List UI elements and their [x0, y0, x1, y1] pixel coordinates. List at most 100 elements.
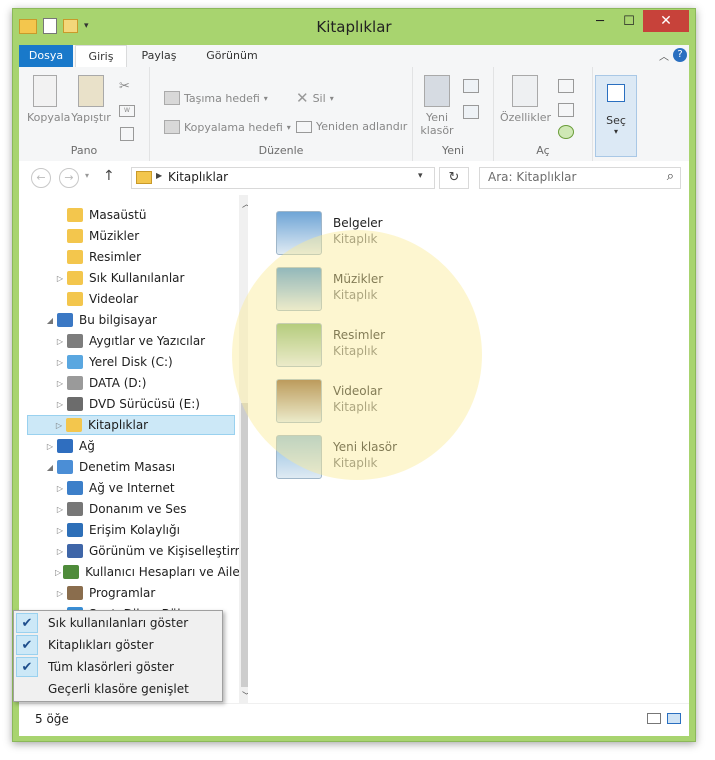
navigation-bar: ← → ▾ ↑ ▶ Kitaplıklar ▾ ↻ Ara: Kitaplıkl…: [19, 161, 689, 195]
nav-item[interactable]: ▷ Görünüm ve Kişiselleştirme: [19, 541, 248, 561]
rename-button[interactable]: Yeniden adlandır: [296, 120, 407, 133]
expand-arrow-icon[interactable]: ▷: [55, 547, 65, 556]
close-button[interactable]: ✕: [643, 10, 689, 32]
nav-item-icon: [67, 586, 83, 600]
tab-giris[interactable]: Giriş: [75, 45, 127, 67]
context-menu-item[interactable]: ✔ Sık kullanılanları göster: [16, 612, 220, 634]
tab-gorunum[interactable]: Görünüm: [197, 45, 267, 67]
nav-item[interactable]: ▷ Programlar: [19, 583, 248, 603]
expand-arrow-icon[interactable]: ▷: [55, 274, 65, 283]
address-dropdown-icon[interactable]: ▾: [418, 171, 423, 181]
nav-item-icon: [67, 334, 83, 348]
cut-icon[interactable]: ✂: [119, 79, 130, 94]
tab-paylas[interactable]: Paylaş: [131, 45, 187, 67]
move-to-button[interactable]: Taşıma hedefi ▾: [164, 91, 268, 105]
expand-arrow-icon[interactable]: ▷: [55, 358, 65, 367]
nav-item-icon: [67, 502, 83, 516]
nav-item-label: Ağ: [79, 439, 95, 453]
easy-access-icon[interactable]: [463, 105, 479, 119]
nav-item-icon: [67, 481, 83, 495]
library-folder-icon: [136, 171, 152, 184]
expand-arrow-icon[interactable]: ▷: [45, 442, 55, 451]
status-bar: 5 öğe: [19, 703, 689, 736]
nav-item-label: Sık Kullanılanlar: [89, 271, 185, 285]
refresh-button[interactable]: ↻: [439, 167, 469, 189]
nav-item[interactable]: ▷ Aygıtlar ve Yazıcılar: [19, 331, 248, 351]
recent-locations-icon[interactable]: ▾: [85, 171, 89, 180]
title-bar: ▾ Kitaplıklar ─ ☐ ✕: [13, 9, 695, 43]
nav-item[interactable]: Müzikler: [19, 226, 248, 246]
delete-button[interactable]: ✕ Sil ▾: [296, 89, 334, 107]
new-item-icon[interactable]: [463, 79, 479, 93]
expand-arrow-icon[interactable]: ▷: [54, 421, 64, 430]
details-view-icon[interactable]: [647, 713, 661, 724]
nav-item[interactable]: ▷ Ağ: [19, 436, 248, 456]
address-bar[interactable]: ▶ Kitaplıklar ▾: [131, 167, 435, 189]
nav-pane-context-menu: ✔ Sık kullanılanları göster ✔ Kitaplıkları …: [13, 610, 223, 702]
ribbon-collapse-icon[interactable]: ︿: [659, 48, 669, 63]
nav-item[interactable]: Masaüstü: [19, 205, 248, 225]
item-count: 5 öğe: [35, 712, 69, 726]
context-menu-item[interactable]: ✔ Tüm klasörleri göster: [16, 656, 220, 678]
search-box[interactable]: Ara: Kitaplıklar ⌕: [479, 167, 681, 189]
nav-item[interactable]: ▷ DATA (D:): [19, 373, 248, 393]
context-menu-label: Tüm klasörleri göster: [48, 660, 174, 674]
expand-arrow-icon[interactable]: ▷: [55, 526, 65, 535]
search-icon[interactable]: ⌕: [667, 169, 674, 184]
expand-arrow-icon[interactable]: ▷: [55, 589, 65, 598]
properties-button[interactable]: Özellikler: [500, 75, 551, 124]
expand-arrow-icon[interactable]: ▷: [55, 379, 65, 388]
nav-item-icon: [67, 292, 83, 306]
nav-item-label: Yerel Disk (C:): [89, 355, 173, 369]
nav-item[interactable]: ▷ Kitaplıklar: [27, 415, 235, 435]
help-icon[interactable]: ?: [673, 48, 687, 62]
open-icon[interactable]: [558, 79, 574, 93]
expand-arrow-icon[interactable]: ▷: [55, 568, 61, 577]
copy-path-icon[interactable]: W: [119, 105, 135, 117]
back-button[interactable]: ←: [31, 168, 51, 188]
copy-to-button[interactable]: Kopyalama hedefi ▾: [164, 120, 291, 134]
forward-button[interactable]: →: [59, 168, 79, 188]
collapse-arrow-icon[interactable]: ◢: [45, 316, 55, 325]
select-button[interactable]: Seç ▾: [595, 75, 637, 157]
context-menu-item[interactable]: ✔ Kitaplıkları göster: [16, 634, 220, 656]
maximize-button[interactable]: ☐: [615, 10, 643, 32]
expand-arrow-icon[interactable]: ▷: [55, 484, 65, 493]
nav-item[interactable]: ▷ Donanım ve Ses: [19, 499, 248, 519]
nav-item[interactable]: ▷ Ağ ve Internet: [19, 478, 248, 498]
nav-item[interactable]: ▷ Sık Kullanılanlar: [19, 268, 248, 288]
expand-arrow-icon[interactable]: ▷: [55, 505, 65, 514]
group-pano: Kopyala Yapıştır ✂ W Pano: [19, 67, 150, 161]
nav-item[interactable]: ▷ Erişim Kolaylığı: [19, 520, 248, 540]
copy-button[interactable]: Kopyala: [27, 75, 70, 124]
nav-item[interactable]: Resimler: [19, 247, 248, 267]
paste-shortcut-icon[interactable]: [120, 127, 134, 141]
tab-dosya[interactable]: Dosya: [19, 45, 73, 67]
ribbon-tabs: Dosya Giriş Paylaş Görünüm ︿ ?: [19, 45, 689, 67]
nav-item[interactable]: ▷ Kullanıcı Hesapları ve Aile Koruması: [19, 562, 248, 582]
expand-arrow-icon[interactable]: ▷: [55, 337, 65, 346]
nav-scrollbar[interactable]: ︿ ﹀: [239, 195, 248, 703]
history-icon[interactable]: [558, 125, 574, 139]
large-icons-view-icon[interactable]: [667, 713, 681, 724]
nav-item[interactable]: ◢ Bu bilgisayar: [19, 310, 248, 330]
context-menu-label: Kitaplıkları göster: [48, 638, 154, 652]
context-menu-item[interactable]: Geçerli klasöre genişlet: [16, 678, 220, 700]
paste-button[interactable]: Yapıştır: [71, 75, 111, 124]
nav-item[interactable]: ▷ Yerel Disk (C:): [19, 352, 248, 372]
nav-item[interactable]: ▷ DVD Sürücüsü (E:): [19, 394, 248, 414]
edit-icon[interactable]: [558, 103, 574, 117]
nav-item[interactable]: ◢ Denetim Masası: [19, 457, 248, 477]
minimize-button[interactable]: ─: [585, 10, 615, 32]
group-label-ac: Aç: [536, 144, 550, 157]
scroll-thumb[interactable]: [241, 403, 248, 687]
breadcrumb[interactable]: Kitaplıklar: [168, 170, 228, 184]
nav-item-label: Ağ ve Internet: [89, 481, 175, 495]
nav-item-icon: [66, 418, 82, 432]
up-button[interactable]: ↑: [103, 168, 115, 184]
search-input[interactable]: Ara: Kitaplıklar: [488, 170, 576, 184]
collapse-arrow-icon[interactable]: ◢: [45, 463, 55, 472]
new-folder-button[interactable]: Yeni klasör: [419, 75, 455, 137]
expand-arrow-icon[interactable]: ▷: [55, 400, 65, 409]
nav-item[interactable]: Videolar: [19, 289, 248, 309]
